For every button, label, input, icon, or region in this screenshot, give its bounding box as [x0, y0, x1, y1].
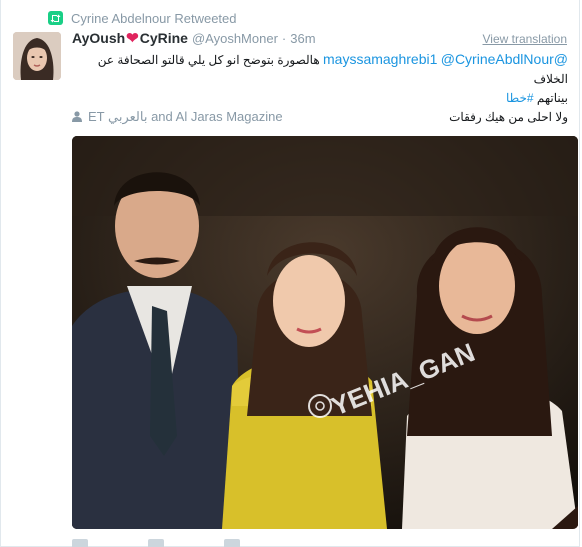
tweet-line-1: @mayssamaghrebi1 @CyrineAbdlNour هالصورة…	[72, 50, 568, 89]
tweet-text-line-2: بيناتهم	[533, 91, 568, 105]
retweet-icon	[48, 11, 63, 25]
hashtag-link[interactable]: #خطا	[506, 91, 534, 105]
author-name-right: CyRine	[139, 30, 188, 46]
avatar[interactable]	[13, 32, 61, 80]
tweet-actions	[72, 539, 372, 547]
author-name-left: AyOush	[72, 30, 126, 46]
view-translation-link[interactable]: View translation	[483, 32, 568, 46]
person-icon	[72, 110, 82, 125]
photo-tags[interactable]: ET بالعربي and Al Jaras Magazine	[72, 108, 283, 126]
like-icon[interactable]	[224, 539, 240, 547]
tweet-card[interactable]: Cyrine Abdelnour Retweeted AyOush ❤ CyRi…	[0, 0, 580, 547]
retweet-context: Cyrine Abdelnour Retweeted	[48, 9, 237, 27]
retweet-action-icon[interactable]	[148, 539, 164, 547]
author-name[interactable]: AyOush ❤ CyRine	[72, 30, 188, 46]
mention-link[interactable]: @CyrineAbdlNour	[441, 51, 554, 67]
tagged-users: ET بالعربي and Al Jaras Magazine	[88, 109, 283, 124]
tweet-photo[interactable]: YEHIA_GAN	[72, 136, 578, 529]
heart-icon: ❤	[126, 29, 139, 47]
tweet-line-2: بيناتهم #خطا	[72, 89, 568, 108]
reply-icon[interactable]	[72, 539, 88, 547]
author-handle[interactable]: @AyoshMoner	[192, 31, 278, 46]
tweet-header: AyOush ❤ CyRine @AyoshMoner · 36m View t…	[72, 30, 567, 50]
retweet-label[interactable]: Cyrine Abdelnour Retweeted	[71, 11, 237, 26]
tweet-timestamp[interactable]: 36m	[290, 31, 315, 46]
separator-dot: ·	[281, 31, 287, 46]
